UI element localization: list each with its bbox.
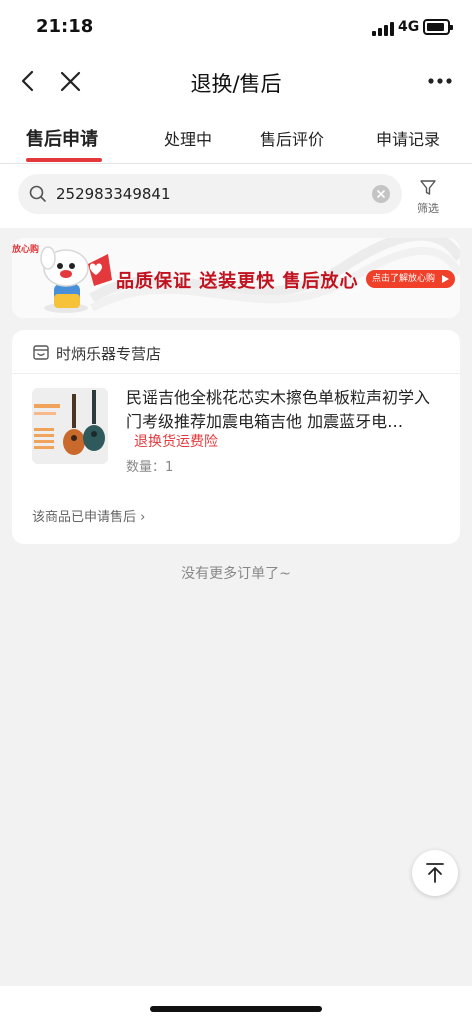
home-bar <box>0 986 472 1024</box>
more-icon[interactable] <box>420 64 460 98</box>
battery-icon <box>423 19 453 35</box>
search-icon <box>28 184 48 204</box>
filter-button[interactable]: 筛选 <box>410 176 446 216</box>
product-image[interactable] <box>32 388 108 464</box>
shipping-insurance-label: 退换货运费险 <box>134 434 218 450</box>
banner-cta-button[interactable]: 点击了解放心购 <box>366 270 456 288</box>
search-area: 筛选 <box>0 164 472 228</box>
no-more-orders-text: 没有更多订单了~ <box>181 566 291 582</box>
nav-bar: 退换/售后 <box>0 56 472 108</box>
signal-icon <box>372 20 394 36</box>
tab-bar: 售后申请 处理中 售后评价 申请记录 <box>0 108 472 164</box>
network-type: 4G <box>398 19 420 35</box>
active-tab-indicator <box>26 158 102 162</box>
quantity-label: 数量：1 <box>126 460 174 475</box>
arrow-up-icon <box>426 863 444 883</box>
clear-icon[interactable] <box>372 185 390 203</box>
page-title: 退换/售后 <box>190 72 282 96</box>
promo-banner[interactable]: 放心购 品质保证 送装更快 售后放心 点击了解放心购 <box>12 238 460 318</box>
mascot-dog-icon <box>40 246 112 313</box>
shop-icon <box>32 343 50 361</box>
tab-after-sale-review[interactable]: 售后评价 <box>260 126 324 150</box>
tab-after-sale-apply[interactable]: 售后申请 <box>26 125 98 151</box>
after-sale-status-link[interactable]: 该商品已申请售后 › <box>32 506 145 525</box>
home-indicator[interactable] <box>150 1006 322 1012</box>
filter-label: 筛选 <box>417 202 439 215</box>
order-card: 时炳乐器专营店 民谣吉他全桃花芯实木擦色单板粒声初学入门考级推荐加震电箱吉他 加… <box>12 330 460 544</box>
tab-apply-records[interactable]: 申请记录 <box>376 126 440 150</box>
status-bar: 21:18 4G <box>0 0 472 56</box>
product-title[interactable]: 民谣吉他全桃花芯实木擦色单板粒声初学入门考级推荐加震电箱吉他 加震蓝牙电… <box>126 386 444 434</box>
search-input[interactable] <box>56 174 366 214</box>
status-time: 21:18 <box>36 16 94 37</box>
shop-name: 时炳乐器专营店 <box>56 345 162 363</box>
shop-row[interactable]: 时炳乐器专营店 <box>12 330 460 374</box>
banner-slogan: 品质保证 送装更快 售后放心 <box>116 271 359 292</box>
filter-icon <box>420 180 436 195</box>
tab-processing[interactable]: 处理中 <box>164 126 212 150</box>
back-to-top-button[interactable] <box>412 850 458 896</box>
search-box[interactable] <box>18 174 402 214</box>
